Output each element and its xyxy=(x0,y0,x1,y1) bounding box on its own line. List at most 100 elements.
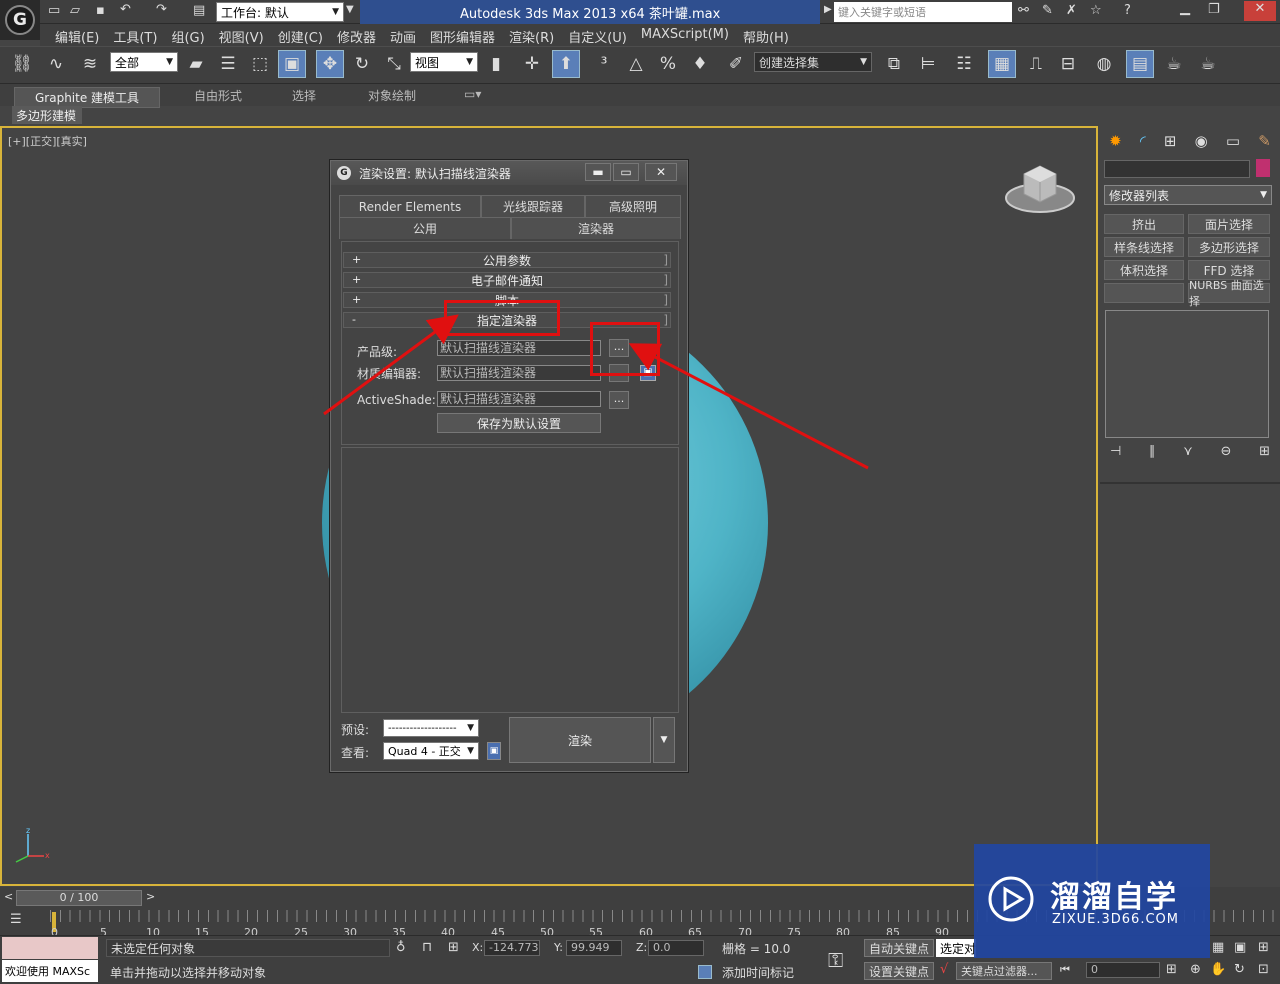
angle-snap-icon[interactable]: △ xyxy=(622,50,650,78)
tab-advanced-lighting[interactable]: 高级照明 xyxy=(585,195,681,217)
new-file-icon[interactable]: ▭ xyxy=(48,3,60,18)
current-frame-field[interactable]: 0 xyxy=(1086,962,1160,978)
orbit-icon[interactable]: ↻ xyxy=(1234,962,1245,977)
dialog-maximize-icon[interactable]: ▭ xyxy=(613,163,639,181)
modifier-button[interactable]: 体积选择 xyxy=(1104,260,1184,280)
schematic-view-icon[interactable]: ⊟ xyxy=(1054,50,1082,78)
selection-filter-select[interactable]: 全部 ▼ xyxy=(110,52,178,72)
preset-select[interactable]: ------------------- ▼ xyxy=(383,719,479,737)
object-name-field[interactable] xyxy=(1104,160,1250,178)
tab-renderer[interactable]: 渲染器 xyxy=(511,217,681,239)
scene-explorer-icon[interactable]: ▦ xyxy=(988,50,1016,78)
selection-lock-icon[interactable]: ⊓ xyxy=(422,940,432,955)
rollout-email[interactable]: + 电子邮件通知] xyxy=(343,272,671,288)
hierarchy-tab-icon[interactable]: ⊞ xyxy=(1164,132,1177,150)
render-setup-icon[interactable]: ▤ xyxy=(1126,50,1154,78)
motion-tab-icon[interactable]: ◉ xyxy=(1195,132,1208,150)
percent-snap-icon[interactable]: % xyxy=(654,50,682,78)
render-production-icon[interactable]: ☕ xyxy=(1194,50,1222,78)
show-end-result-icon[interactable]: ∥ xyxy=(1149,444,1156,459)
remove-modifier-icon[interactable]: ⊖ xyxy=(1220,444,1231,459)
dialog-minimize-icon[interactable]: ▬ xyxy=(585,163,611,181)
object-color-swatch[interactable] xyxy=(1256,159,1270,177)
maxscript-welcome[interactable]: 欢迎使用 MAXSc xyxy=(2,960,98,982)
set-key-button[interactable]: 设置关键点 xyxy=(864,962,934,980)
modifier-button-empty[interactable] xyxy=(1104,283,1184,303)
field-of-view-icon[interactable]: ⊞ xyxy=(1258,940,1269,955)
make-unique-icon[interactable]: ⋎ xyxy=(1183,444,1193,459)
modifier-list-select[interactable]: 修改器列表 ▼ xyxy=(1104,185,1272,205)
unlink-icon[interactable]: ∿ xyxy=(42,50,70,78)
viewport-label[interactable]: [+][正交][真实] xyxy=(8,133,87,149)
modifier-button[interactable]: 样条线选择 xyxy=(1104,237,1184,257)
maximize-viewport-icon[interactable]: ⊡ xyxy=(1258,962,1269,977)
rollout-common-params[interactable]: + 公用参数] xyxy=(343,252,671,268)
rendered-frame-icon[interactable]: ☕ xyxy=(1160,50,1188,78)
save-file-icon[interactable]: ▪ xyxy=(96,3,105,18)
modifier-button[interactable]: 挤出 xyxy=(1104,214,1184,234)
ribbon-tab[interactable]: 选择 xyxy=(292,87,316,104)
ribbon-tab[interactable]: Graphite 建模工具 xyxy=(14,87,161,108)
communication-icon[interactable]: ✗ xyxy=(1066,3,1077,18)
align-icon[interactable]: ⊨ xyxy=(914,50,942,78)
pan-icon[interactable]: ✋ xyxy=(1210,962,1226,977)
spinner-snap-icon[interactable]: ♦ xyxy=(686,50,714,78)
view-select[interactable]: Quad 4 - 正交 ▼ xyxy=(383,742,479,760)
help-icon[interactable]: ? xyxy=(1124,3,1131,18)
tab-render-elements[interactable]: Render Elements xyxy=(339,195,481,217)
time-slider[interactable]: 0 / 100 xyxy=(16,890,142,906)
tab-raytracer[interactable]: 光线跟踪器 xyxy=(481,195,585,217)
display-tab-icon[interactable]: ▭ xyxy=(1226,132,1240,150)
prev-frame-icon[interactable]: < xyxy=(4,890,13,903)
maxscript-listener-mini[interactable] xyxy=(2,937,98,959)
time-config-icon[interactable]: ⊞ xyxy=(1166,962,1177,977)
project-folder-icon[interactable]: ▤ xyxy=(193,3,205,18)
tab-common[interactable]: 公用 xyxy=(339,217,511,239)
zoom-extents-all-icon[interactable]: ▣ xyxy=(1234,940,1246,955)
modifier-stack[interactable] xyxy=(1105,310,1269,438)
dialog-close-icon[interactable]: ✕ xyxy=(645,163,677,181)
favorites-icon[interactable]: ☆ xyxy=(1090,3,1102,18)
curve-editor-icon[interactable]: ⎍ xyxy=(1022,50,1050,78)
configure-sets-icon[interactable]: ⊞ xyxy=(1259,444,1270,459)
redo-icon[interactable]: ↷ xyxy=(156,2,167,17)
ref-coord-select[interactable]: 视图 ▼ xyxy=(410,52,478,72)
modifier-button[interactable]: NURBS 曲面选择 xyxy=(1188,279,1270,308)
named-selection-select[interactable]: 创建选择集 ▼ xyxy=(754,52,872,72)
viewcube-icon[interactable] xyxy=(1004,160,1076,216)
restore-icon[interactable]: ❐ xyxy=(1208,2,1220,17)
layer-manager-icon[interactable]: ☷ xyxy=(950,50,978,78)
zoom-icon[interactable]: ⊕ xyxy=(1190,962,1201,977)
binoculars-icon[interactable]: ⚯ xyxy=(1018,3,1029,18)
material-editor-icon[interactable]: ◍ xyxy=(1090,50,1118,78)
y-coordinate[interactable]: 99.949 xyxy=(566,940,622,956)
track-bar-menu-icon[interactable]: ☰ xyxy=(10,912,22,927)
view-lock-icon[interactable]: ▣ xyxy=(487,742,501,760)
auto-key-button[interactable]: 自动关键点 xyxy=(864,939,934,957)
minimize-icon[interactable]: ▁ xyxy=(1180,1,1190,16)
modifier-button[interactable]: 多边形选择 xyxy=(1188,237,1270,257)
ribbon-subtab[interactable]: 多边形建模 xyxy=(12,106,82,124)
z-coordinate[interactable]: 0.0 xyxy=(648,940,704,956)
modifier-button[interactable]: 面片选择 xyxy=(1188,214,1270,234)
keyboard-shortcut-icon[interactable]: ⬆ xyxy=(552,50,580,78)
edit-named-selection-icon[interactable]: ✐ xyxy=(722,50,750,78)
select-by-name-icon[interactable]: ☰ xyxy=(214,50,242,78)
absolute-mode-icon[interactable]: ⊞ xyxy=(448,940,459,955)
search-expand-icon[interactable]: ▶ xyxy=(824,4,832,15)
workspace-select[interactable]: 工作台: 默认 ▼ xyxy=(216,2,344,22)
set-key-icon[interactable]: ⚿ xyxy=(828,948,843,972)
select-object-icon[interactable]: ▰ xyxy=(182,50,210,78)
zoom-extents-icon[interactable]: ▦ xyxy=(1212,940,1224,955)
close-icon[interactable]: ✕ xyxy=(1244,1,1276,21)
time-tag-icon[interactable] xyxy=(698,965,712,979)
create-tab-icon[interactable]: ✹ xyxy=(1109,132,1122,150)
pivot-center-icon[interactable]: ▮ xyxy=(482,50,510,78)
select-scale-icon[interactable]: ⤡ xyxy=(380,50,408,78)
ribbon-tab[interactable]: 对象绘制 xyxy=(368,87,416,104)
subscription-icon[interactable]: ✎ xyxy=(1042,3,1053,18)
search-input[interactable]: 键入关键字或短语 xyxy=(834,2,1012,22)
app-menu-button[interactable]: G xyxy=(0,0,40,40)
x-coordinate[interactable]: -124.773 xyxy=(484,940,540,956)
ribbon-tab[interactable]: 自由形式 xyxy=(194,87,242,104)
